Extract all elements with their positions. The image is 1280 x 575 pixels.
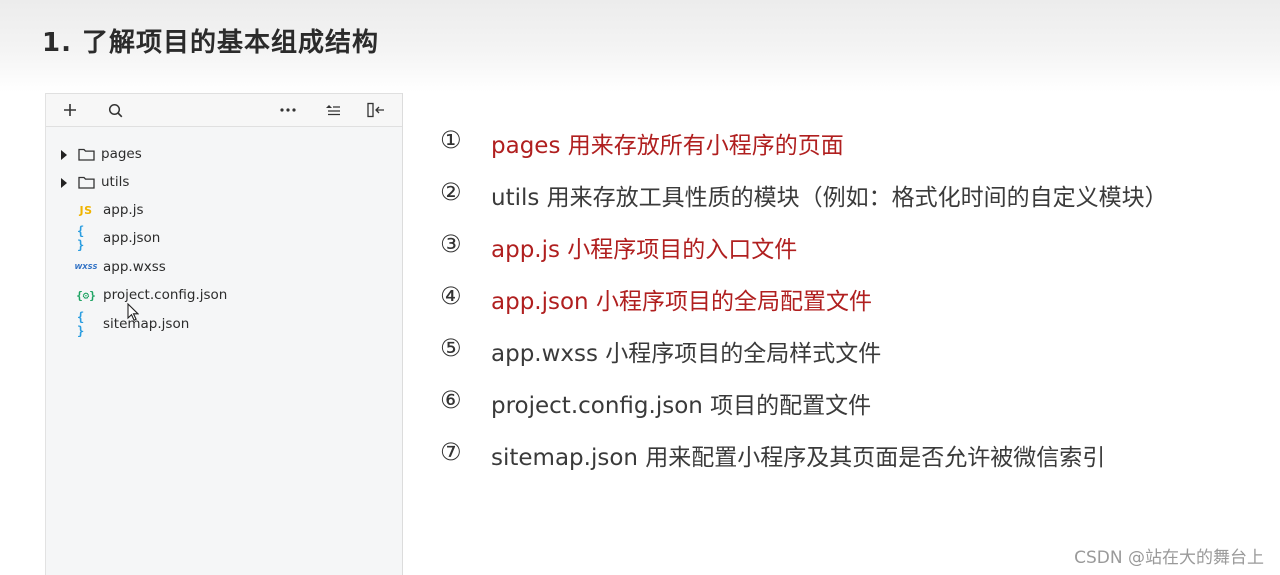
toggle-panel-icon[interactable] — [365, 99, 387, 121]
item-number: ⑤ — [440, 334, 462, 362]
file-explorer-panel: pages utils JS app.js { } app.json WXSS … — [45, 93, 403, 575]
tree-item-label: app.json — [103, 230, 161, 246]
tree-file-app-js[interactable]: JS app.js — [46, 199, 402, 223]
expand-arrow-icon[interactable] — [61, 150, 67, 160]
tree-item-label: utils — [101, 174, 130, 190]
collapse-list-icon[interactable] — [322, 99, 344, 121]
folder-icon — [77, 174, 95, 190]
json-file-icon: { } — [77, 310, 85, 338]
tree-folder-utils[interactable]: utils — [46, 171, 402, 195]
item-text: project.config.json 项目的配置文件 — [491, 393, 872, 419]
item-text: app.wxss 小程序项目的全局样式文件 — [491, 341, 882, 367]
item-number: ② — [440, 178, 462, 206]
item-number: ① — [440, 126, 462, 154]
tree-file-project-config-json[interactable]: {⚙} project.config.json — [46, 284, 402, 308]
add-icon[interactable] — [59, 99, 81, 121]
list-item: ⑦ sitemap.json 用来配置小程序及其页面是否允许被微信索引 — [440, 434, 1260, 471]
list-item: ⑤ app.wxss 小程序项目的全局样式文件 — [440, 330, 1260, 367]
tree-item-label: app.js — [103, 202, 144, 218]
list-item: ① pages 用来存放所有小程序的页面 — [440, 122, 1260, 159]
slide-title: 1. 了解项目的基本组成结构 — [42, 28, 380, 58]
more-icon[interactable] — [277, 99, 299, 121]
tree-folder-pages[interactable]: pages — [46, 143, 402, 167]
item-text: sitemap.json 用来配置小程序及其页面是否允许被微信索引 — [491, 445, 1106, 471]
tree-file-app-wxss[interactable]: WXSS app.wxss — [46, 256, 402, 280]
tree-item-label: app.wxss — [103, 259, 166, 275]
mouse-cursor-icon — [127, 302, 140, 325]
item-number: ⑦ — [440, 438, 462, 466]
wxss-file-icon: WXSS — [74, 263, 98, 271]
item-text: app.js 小程序项目的入口文件 — [491, 237, 798, 263]
explorer-toolbar — [46, 93, 402, 127]
json-file-icon: { } — [77, 224, 85, 252]
list-item: ③ app.js 小程序项目的入口文件 — [440, 226, 1260, 263]
tree-file-sitemap-json[interactable]: { } sitemap.json — [46, 310, 402, 338]
item-number: ③ — [440, 230, 462, 258]
tree-file-app-json[interactable]: { } app.json — [46, 224, 402, 252]
expand-arrow-icon[interactable] — [61, 178, 67, 188]
watermark: CSDN @站在大的舞台上 — [1074, 548, 1264, 568]
js-file-icon: JS — [79, 203, 93, 217]
config-file-icon: {⚙} — [76, 288, 96, 302]
tree-item-label: project.config.json — [103, 287, 228, 303]
item-number: ⑥ — [440, 386, 462, 414]
tree-item-label: sitemap.json — [103, 316, 190, 332]
item-text: app.json 小程序项目的全局配置文件 — [491, 289, 872, 315]
list-item: ⑥ project.config.json 项目的配置文件 — [440, 382, 1260, 419]
item-text: pages 用来存放所有小程序的页面 — [491, 133, 844, 159]
folder-icon — [77, 146, 95, 162]
list-item: ④ app.json 小程序项目的全局配置文件 — [440, 278, 1260, 315]
item-number: ④ — [440, 282, 462, 310]
tree-item-label: pages — [101, 146, 142, 162]
list-item: ② utils 用来存放工具性质的模块（例如：格式化时间的自定义模块） — [440, 174, 1260, 211]
item-text: utils 用来存放工具性质的模块（例如：格式化时间的自定义模块） — [491, 185, 1168, 211]
search-icon[interactable] — [104, 99, 126, 121]
